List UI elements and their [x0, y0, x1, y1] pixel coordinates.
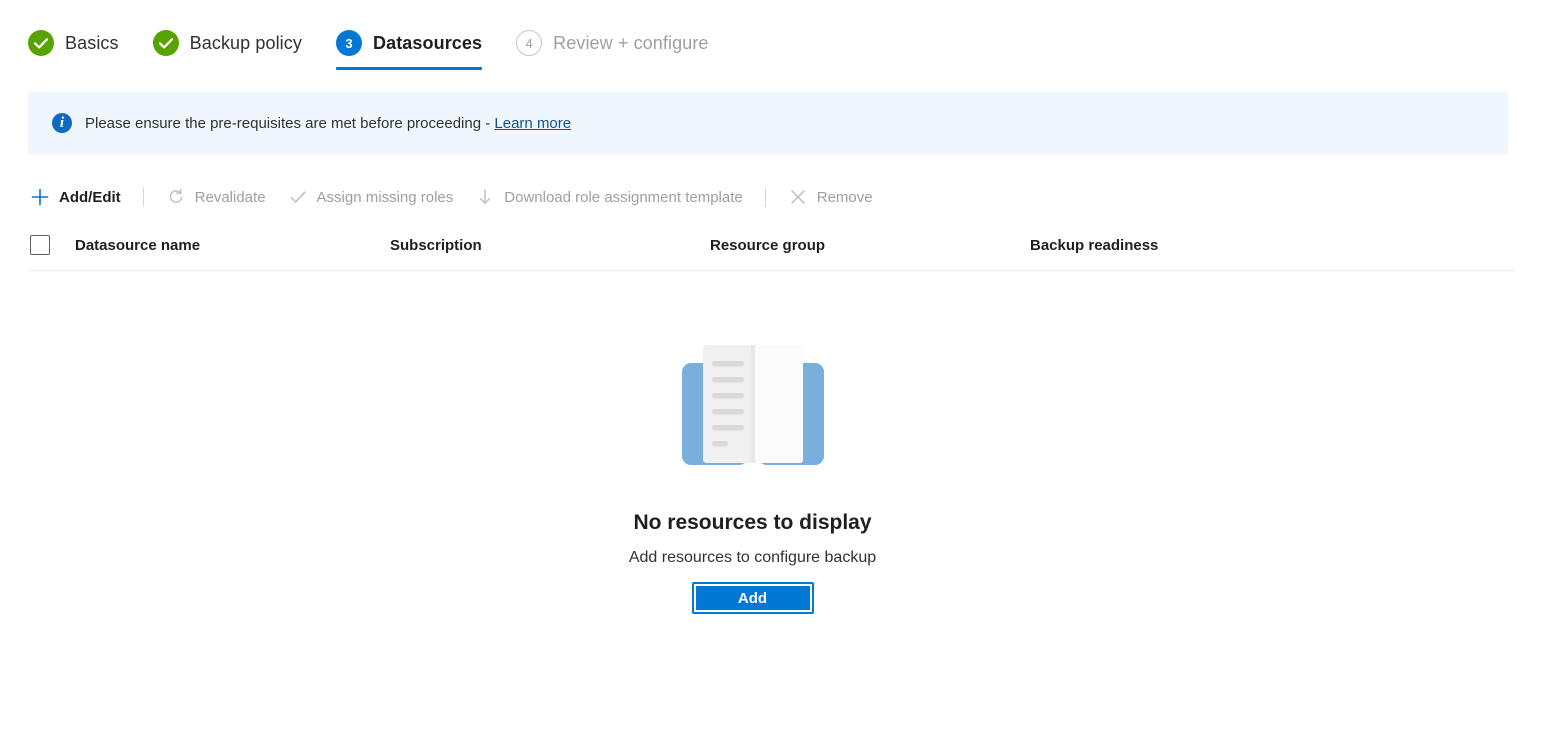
download-arrow-icon [475, 187, 495, 207]
checkmark-icon [288, 187, 308, 207]
step-number-badge: 4 [516, 30, 543, 56]
column-header-resource-group[interactable]: Resource group [710, 237, 1030, 254]
wizard-step-review-configure[interactable]: 4 Review + configure [516, 30, 708, 70]
info-banner-text: Please ensure the pre-requisites are met… [85, 115, 571, 132]
assign-missing-roles-button[interactable]: Assign missing roles [288, 187, 454, 207]
wizard-step-label: Basics [65, 32, 119, 53]
datasources-command-bar: Add/Edit Revalidate Assign missing roles… [30, 180, 1560, 214]
info-icon: i [52, 113, 72, 133]
download-role-assignment-template-button[interactable]: Download role assignment template [475, 187, 743, 207]
assign-missing-roles-label: Assign missing roles [316, 188, 454, 206]
column-header-datasource-name[interactable]: Datasource name [75, 237, 390, 254]
column-header-subscription[interactable]: Subscription [390, 237, 710, 254]
select-all-checkbox[interactable] [30, 235, 50, 255]
prerequisites-info-banner: i Please ensure the pre-requisites are m… [28, 92, 1508, 154]
active-step-underline [335, 67, 483, 70]
check-circle-icon [28, 30, 54, 56]
column-header-backup-readiness[interactable]: Backup readiness [1030, 237, 1350, 254]
wizard-step-basics[interactable]: Basics [28, 30, 119, 70]
empty-state-subtitle: Add resources to configure backup [628, 549, 877, 566]
add-edit-label: Add/Edit [59, 188, 121, 206]
download-role-assignment-template-label: Download role assignment template [504, 188, 743, 206]
table-header-row: Datasource name Subscription Resource gr… [30, 228, 1515, 271]
add-edit-button[interactable]: Add/Edit [30, 187, 121, 207]
remove-button[interactable]: Remove [788, 187, 873, 207]
open-book-icon [678, 335, 828, 485]
wizard-step-label: Backup policy [189, 32, 302, 53]
plus-icon [30, 187, 50, 207]
info-banner-message: Please ensure the pre-requisites are met… [85, 114, 495, 132]
remove-label: Remove [816, 188, 873, 206]
wizard-step-label: Review + configure [553, 32, 709, 53]
wizard-step-nav: Basics Backup policy 3 Datasources 4 Rev… [0, 0, 1560, 70]
refresh-icon [166, 187, 186, 207]
command-bar-divider-1 [142, 187, 144, 207]
wizard-step-label: Datasources [372, 32, 483, 53]
check-circle-icon [152, 30, 179, 56]
wizard-step-datasources[interactable]: 3 Datasources [335, 30, 483, 70]
close-x-icon [788, 187, 808, 207]
wizard-step-backup-policy[interactable]: Backup policy [152, 30, 302, 70]
revalidate-button[interactable]: Revalidate [166, 187, 266, 207]
command-bar-divider-2 [764, 187, 766, 207]
add-resources-button[interactable]: Add [692, 583, 813, 613]
empty-state: No resources to display Add resources to… [30, 335, 1515, 613]
learn-more-link[interactable]: Learn more [494, 115, 571, 132]
empty-state-title: No resources to display [633, 511, 872, 534]
revalidate-label: Revalidate [194, 188, 266, 206]
step-number-badge: 3 [335, 30, 362, 56]
datasources-table: Datasource name Subscription Resource gr… [30, 228, 1515, 613]
